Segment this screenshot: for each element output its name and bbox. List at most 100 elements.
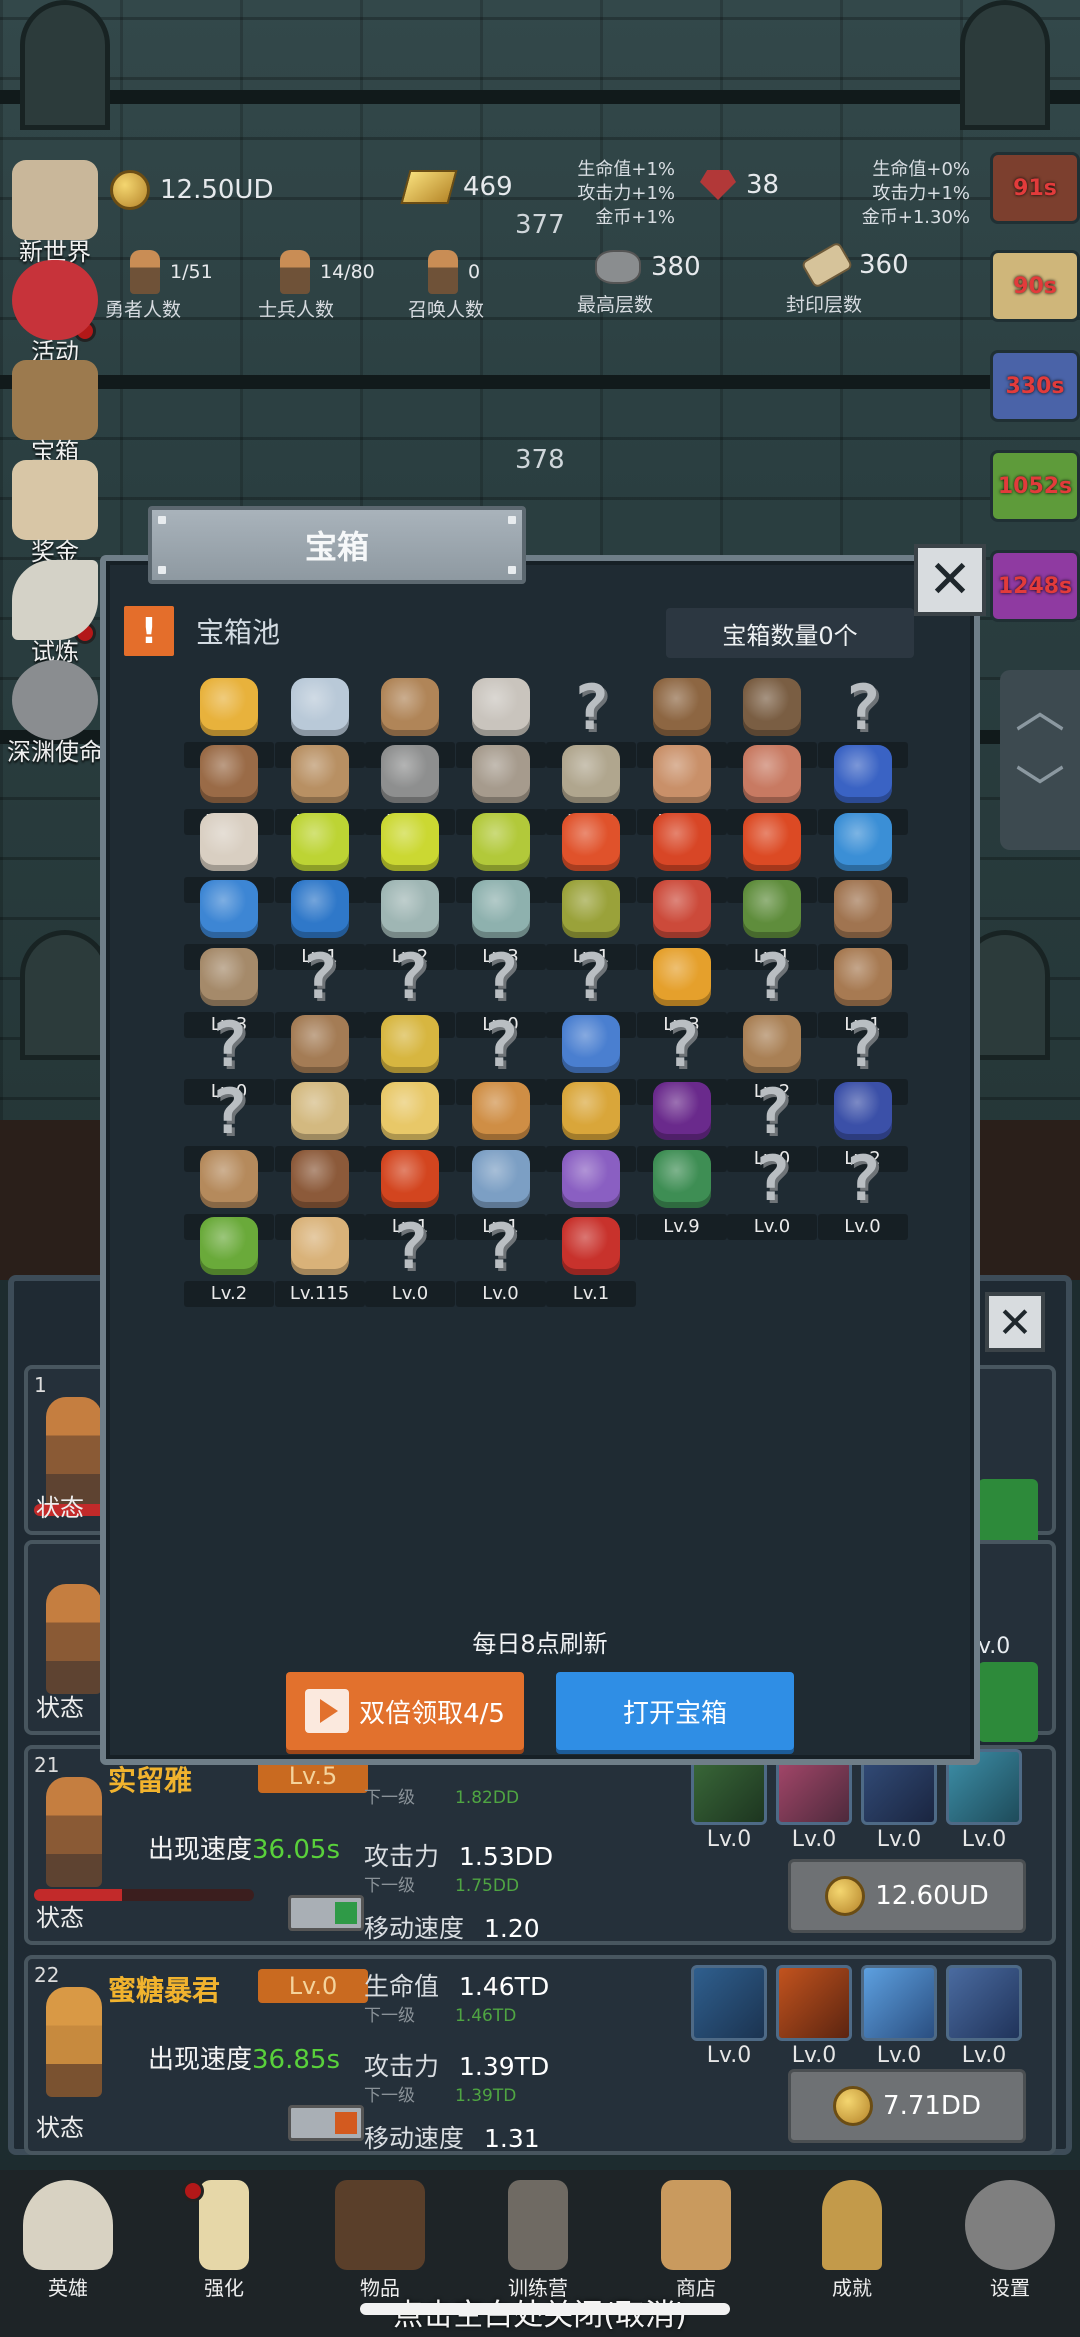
unknown-icon: ?: [843, 1142, 882, 1216]
open-chest-label: 打开宝箱: [622, 1698, 727, 1729]
home-indicator[interactable]: [360, 2303, 730, 2315]
menu-abyss[interactable]: 深渊使命: [0, 660, 110, 767]
next-value: 1.82DD: [455, 1788, 520, 1808]
video-play-icon: [305, 1689, 350, 1733]
gem-icon: [700, 170, 736, 200]
item-level: Lv.115: [274, 1281, 365, 1308]
coin-icon: [110, 170, 150, 210]
atk-label: 攻击力: [364, 2052, 440, 2081]
bonus-hp: 生命值+1%: [577, 159, 675, 180]
buff-timer[interactable]: 91s: [990, 152, 1080, 224]
timer-label: 91s: [1013, 175, 1057, 201]
coin-stat: 12.50UD: [110, 170, 273, 210]
atk-row: 攻击力 1.39TD: [364, 2047, 549, 2083]
buff-timer[interactable]: 1052s: [990, 450, 1080, 522]
soldier-icon: [280, 250, 310, 294]
unknown-icon: ?: [753, 1142, 791, 1216]
next-label: 下一级: [364, 2086, 415, 2106]
hero-action-button[interactable]: [978, 1662, 1038, 1742]
unknown-icon: ?: [662, 1007, 701, 1081]
knight-helmet-icon: [381, 745, 439, 804]
nav-items[interactable]: 物品: [320, 2180, 440, 2301]
orb-icon: [12, 660, 98, 740]
buff-timer[interactable]: 90s: [990, 250, 1080, 322]
coin-icon: [825, 1876, 866, 1916]
atk-next: 下一级 1.39TD: [364, 2081, 516, 2106]
beer-icon: [661, 2180, 731, 2270]
unknown-icon: ?: [843, 670, 882, 744]
red-book-icon: [562, 1217, 620, 1276]
close-icon: ✕: [928, 550, 972, 610]
nav-achievements[interactable]: 成就: [792, 2180, 912, 2301]
hero-card-21[interactable]: 21 实留雅 Lv.5 出现速度36.05s 状态 下一级 1.82DD 攻击力 1…: [24, 1745, 1056, 1945]
chest-item[interactable]: ?Lv.0: [817, 1142, 908, 1242]
cost-value: 7.71DD: [883, 2091, 981, 2121]
double-claim-button[interactable]: 双倍领取4/5: [286, 1672, 524, 1750]
menu-event[interactable]: 活动: [0, 260, 110, 367]
next-label: 下一级: [364, 1876, 415, 1896]
hero-card-22[interactable]: 22 蜜糖暴君 Lv.0 出现速度36.85s 状态 生命值 1.46TD 下一级…: [24, 1955, 1056, 2155]
upgrade-button[interactable]: 12.60UD: [788, 1859, 1026, 1933]
buff-timer[interactable]: 1248s: [990, 550, 1080, 622]
chest-item[interactable]: Lv.115: [274, 1209, 365, 1309]
upgrade-button[interactable]: 7.71DD: [788, 2069, 1026, 2143]
atk-row: 攻击力 1.53DD: [364, 1837, 553, 1873]
cheese-icon: [381, 1082, 439, 1141]
nav-shop[interactable]: 商店: [636, 2180, 756, 2301]
modal-close-button[interactable]: ✕: [914, 544, 986, 616]
summon-count-label: 召唤人数: [408, 299, 485, 321]
shoe-icon: [200, 947, 258, 1006]
nav-settings[interactable]: 设置: [950, 2180, 1070, 2301]
heart-icon: [12, 260, 98, 340]
hero-toggle[interactable]: [288, 1895, 364, 1931]
chest-item[interactable]: ?Lv.0: [727, 1142, 817, 1242]
menu-bonus[interactable]: 奖金: [0, 460, 110, 567]
unknown-icon: ?: [300, 940, 339, 1014]
heroes-close-button[interactable]: ✕: [985, 1292, 1045, 1352]
move-row: 移动速度 1.20: [364, 1909, 540, 1945]
chest-item[interactable]: ?Lv.0: [365, 1209, 455, 1309]
skill-level: v.0: [978, 1634, 1011, 1659]
summon-count-value: 0: [468, 261, 481, 283]
skill-slot[interactable]: [946, 1965, 1022, 2041]
resource-bar: 12.50UD 469 生命值+1% 攻击力+1% 金币+1% 38 生命值+0…: [0, 150, 1080, 400]
nav-upgrade[interactable]: 强化: [164, 2180, 284, 2301]
chest-item[interactable]: Lv.9: [636, 1142, 727, 1242]
open-chest-button[interactable]: 打开宝箱: [556, 1672, 794, 1750]
grey-vial-icon: [381, 880, 439, 939]
chevron-up-icon[interactable]: ︿: [1000, 670, 1080, 750]
menu-new-world[interactable]: 新世界: [0, 160, 110, 267]
soldier-count-label: 士兵人数: [258, 299, 335, 321]
speed-value: 36.05s: [252, 1835, 340, 1865]
blue-potion-icon: [200, 880, 258, 939]
item-level: Lv.9: [636, 1213, 727, 1240]
nav-training[interactable]: 训练营: [478, 2180, 598, 2301]
next-label: 下一级: [364, 2006, 415, 2026]
map-icon: [12, 160, 98, 240]
nav-heroes[interactable]: 英雄: [8, 2180, 128, 2301]
skill-slot[interactable]: [691, 1965, 767, 2041]
gear-icon: [965, 2180, 1055, 2270]
backpack-armor-icon: [743, 678, 801, 736]
hero-toggle[interactable]: [288, 2105, 364, 2141]
max-floor: 380: [595, 250, 701, 284]
chest-item[interactable]: Lv.1: [546, 1209, 636, 1309]
skill-slot[interactable]: [776, 1965, 852, 2041]
envelope-icon: [12, 460, 98, 540]
floor-scroll[interactable]: ︿ ﹀: [1000, 670, 1080, 850]
chest-item[interactable]: Lv.2: [184, 1209, 274, 1309]
gem-stat: 38: [700, 170, 779, 200]
skill-slot[interactable]: [861, 1965, 937, 2041]
hero-number: 1: [34, 1373, 47, 1397]
buff-timer[interactable]: 330s: [990, 350, 1080, 422]
menu-trial[interactable]: 试炼: [0, 560, 110, 667]
chest-icon: [12, 360, 98, 440]
atk-next: 下一级 1.75DD: [364, 1871, 519, 1896]
chest-item[interactable]: ?Lv.0: [455, 1209, 546, 1309]
menu-chest[interactable]: 宝箱: [0, 360, 110, 467]
unknown-icon: ?: [210, 1007, 248, 1081]
dungeon-door: [960, 0, 1050, 130]
chevron-down-icon[interactable]: ﹀: [1000, 750, 1080, 830]
hp-row: 生命值 1.46TD: [364, 1967, 549, 2003]
warning-icon[interactable]: !: [124, 606, 174, 656]
